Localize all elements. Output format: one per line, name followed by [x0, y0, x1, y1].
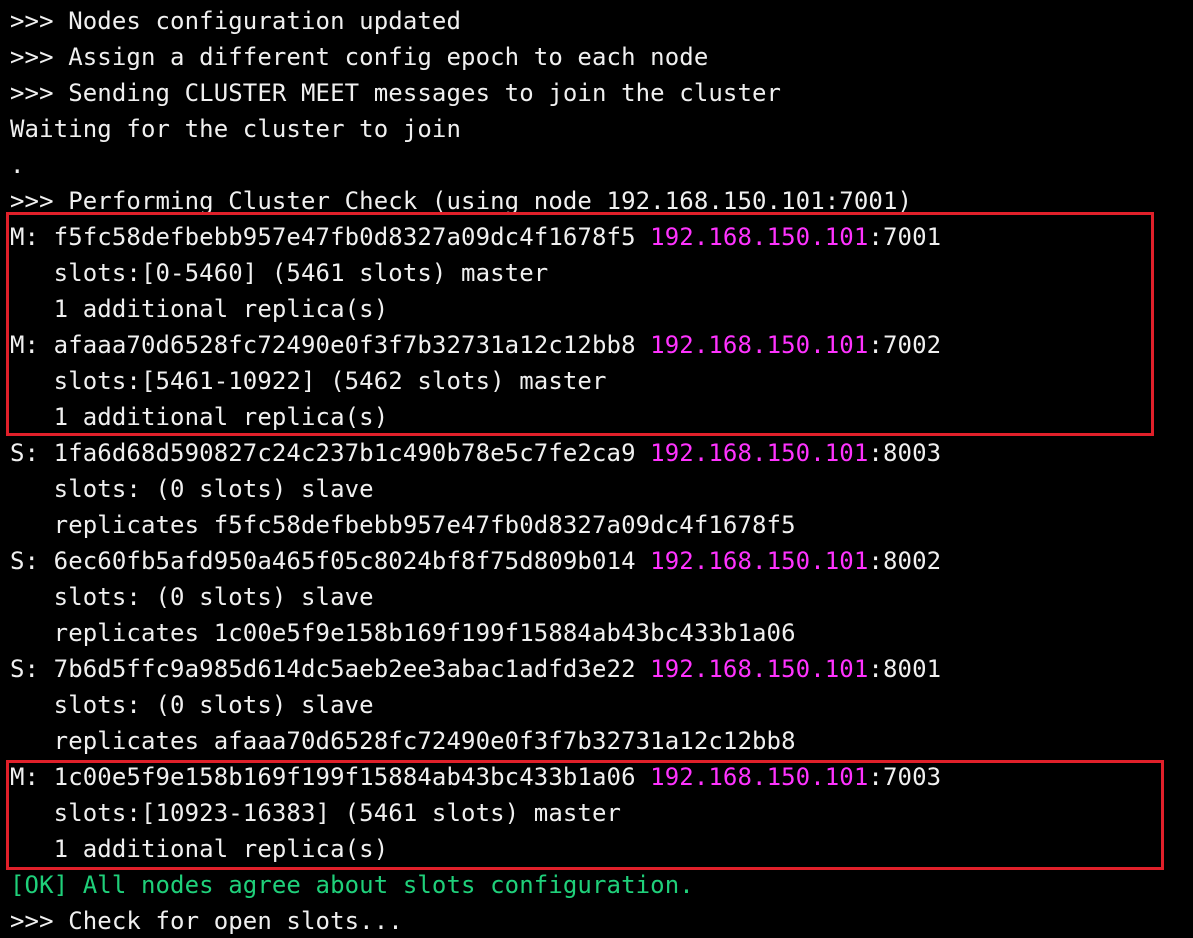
node-slots-line: slots:[10923-16383] (5461 slots) master — [10, 799, 622, 827]
line-sending-cluster-meet: >>> Sending CLUSTER MEET messages to joi… — [10, 79, 782, 107]
node-id-text: M: f5fc58defbebb957e47fb0d8327a09dc4f167… — [10, 223, 651, 251]
ok-status-line: [OK] All nodes agree about slots configu… — [10, 871, 694, 899]
node-port: :8002 — [868, 547, 942, 575]
node-slots-line: slots: (0 slots) slave — [10, 475, 374, 503]
node-ip-address: 192.168.150.101 — [650, 439, 869, 467]
node-id-text: S: 1fa6d68d590827c24c237b1c490b78e5c7fe2… — [10, 439, 651, 467]
node-ip-address: 192.168.150.101 — [650, 655, 869, 683]
node-replica-line: 1 additional replica(s) — [10, 403, 389, 431]
node-port: :7003 — [868, 763, 942, 791]
node-ip-address: 192.168.150.101 — [650, 223, 869, 251]
node-replicates-line: replicates 1c00e5f9e158b169f199f15884ab4… — [10, 619, 796, 647]
node-id-text: S: 6ec60fb5afd950a465f05c8024bf8f75d809b… — [10, 547, 651, 575]
node-ip-address: 192.168.150.101 — [650, 763, 869, 791]
terminal-output[interactable]: >>> Nodes configuration updated >>> Assi… — [0, 0, 1193, 935]
line-check-open-slots: >>> Check for open slots... — [10, 907, 403, 935]
line-nodes-configuration-updated: >>> Nodes configuration updated — [10, 7, 462, 35]
node-line-slave-8002: S: 6ec60fb5afd950a465f05c8024bf8f75d809b… — [10, 544, 941, 578]
node-line-master-7003: M: 1c00e5f9e158b169f199f15884ab43bc433b1… — [10, 760, 941, 794]
node-port: :7002 — [868, 331, 942, 359]
node-id-text: M: afaaa70d6528fc72490e0f3f7b32731a12c12… — [10, 331, 651, 359]
node-line-master-7002: M: afaaa70d6528fc72490e0f3f7b32731a12c12… — [10, 328, 941, 362]
line-performing-cluster-check: >>> Performing Cluster Check (using node… — [10, 187, 913, 215]
node-slots-line: slots: (0 slots) slave — [10, 583, 374, 611]
line-assign-config-epoch: >>> Assign a different config epoch to e… — [10, 43, 709, 71]
line-progress-dot: . — [10, 151, 25, 179]
node-ip-address: 192.168.150.101 — [650, 547, 869, 575]
node-line-slave-8003: S: 1fa6d68d590827c24c237b1c490b78e5c7fe2… — [10, 436, 941, 470]
node-replica-line: 1 additional replica(s) — [10, 835, 389, 863]
node-port: :7001 — [868, 223, 942, 251]
node-slots-line: slots:[5461-10922] (5462 slots) master — [10, 367, 607, 395]
line-waiting-for-cluster: Waiting for the cluster to join — [10, 115, 462, 143]
node-line-slave-8001: S: 7b6d5ffc9a985d614dc5aeb2ee3abac1adfd3… — [10, 652, 941, 686]
node-slots-line: slots: (0 slots) slave — [10, 691, 374, 719]
node-line-master-7001: M: f5fc58defbebb957e47fb0d8327a09dc4f167… — [10, 220, 941, 254]
node-id-text: M: 1c00e5f9e158b169f199f15884ab43bc433b1… — [10, 763, 651, 791]
node-replicates-line: replicates f5fc58defbebb957e47fb0d8327a0… — [10, 511, 796, 539]
node-replicates-line: replicates afaaa70d6528fc72490e0f3f7b327… — [10, 727, 796, 755]
node-port: :8001 — [868, 655, 942, 683]
node-slots-line: slots:[0-5460] (5461 slots) master — [10, 259, 549, 287]
node-id-text: S: 7b6d5ffc9a985d614dc5aeb2ee3abac1adfd3… — [10, 655, 651, 683]
node-ip-address: 192.168.150.101 — [650, 331, 869, 359]
node-replica-line: 1 additional replica(s) — [10, 295, 389, 323]
node-port: :8003 — [868, 439, 942, 467]
